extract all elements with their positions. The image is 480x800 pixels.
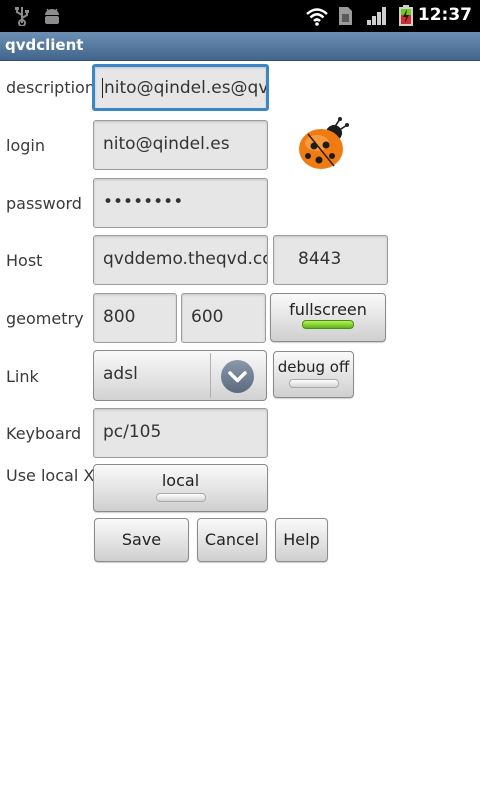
description-label: description: [6, 78, 95, 97]
help-button-label: Help: [283, 530, 320, 549]
geometry-height-value: 600: [191, 307, 224, 327]
port-value: 8443: [298, 249, 342, 269]
ladybug-icon: [299, 117, 349, 169]
save-button-label: Save: [121, 530, 162, 549]
signal-icon: [367, 7, 386, 25]
host-value: qvddemo.theqvd.cc: [103, 249, 268, 269]
fullscreen-indicator: [302, 320, 354, 329]
clock: 12:37: [417, 5, 472, 25]
link-select[interactable]: adsl: [93, 350, 267, 401]
sim-card-icon: [339, 7, 352, 25]
password-input[interactable]: ••••••••: [93, 178, 268, 228]
debug-toggle[interactable]: debug off: [273, 351, 354, 398]
debug-indicator: [288, 379, 339, 388]
wifi-icon: [306, 8, 328, 26]
local-x-toggle-label: local: [161, 471, 200, 490]
port-input[interactable]: 8443: [273, 235, 388, 285]
battery-charging-icon: [399, 5, 413, 26]
password-value: ••••••••: [103, 192, 184, 212]
login-input[interactable]: nito@qindel.es: [93, 120, 268, 170]
app-title: qvdclient: [5, 36, 84, 54]
login-value: nito@qindel.es: [103, 134, 230, 154]
keyboard-value: pc/105: [103, 422, 162, 442]
status-bar: 12:37: [0, 0, 480, 32]
debug-label: debug off: [277, 358, 350, 376]
local-x-indicator: [155, 493, 206, 502]
text-cursor: [102, 78, 103, 98]
local-x-toggle[interactable]: local: [93, 464, 268, 512]
local-x-label: Use local X: [6, 466, 95, 485]
fullscreen-label: fullscreen: [289, 300, 367, 319]
chevron-down-icon: [221, 360, 254, 393]
geometry-width-value: 800: [103, 307, 136, 327]
fullscreen-toggle[interactable]: fullscreen: [270, 293, 386, 342]
keyboard-label: Keyboard: [6, 424, 82, 443]
description-value: nito@qindel.es@qv: [104, 78, 269, 98]
android-debug-icon: [45, 8, 59, 24]
link-selected-value: adsl: [103, 364, 138, 384]
help-button[interactable]: Help: [275, 518, 328, 562]
cancel-button[interactable]: Cancel: [197, 518, 267, 562]
cancel-button-label: Cancel: [204, 530, 260, 549]
password-label: password: [6, 194, 82, 213]
geometry-label: geometry: [6, 309, 84, 328]
host-label: Host: [6, 251, 43, 270]
link-select-divider: [210, 353, 211, 398]
keyboard-input[interactable]: pc/105: [93, 408, 268, 458]
login-label: login: [6, 136, 45, 155]
host-input[interactable]: qvddemo.theqvd.cc: [93, 235, 268, 285]
link-label: Link: [6, 367, 39, 386]
app-title-bar: qvdclient: [0, 32, 480, 61]
usb-icon: [15, 7, 29, 26]
geometry-width-input[interactable]: 800: [93, 293, 177, 343]
geometry-height-input[interactable]: 600: [181, 293, 266, 343]
save-button[interactable]: Save: [94, 518, 189, 562]
description-input[interactable]: nito@qindel.es@qv: [92, 64, 269, 111]
